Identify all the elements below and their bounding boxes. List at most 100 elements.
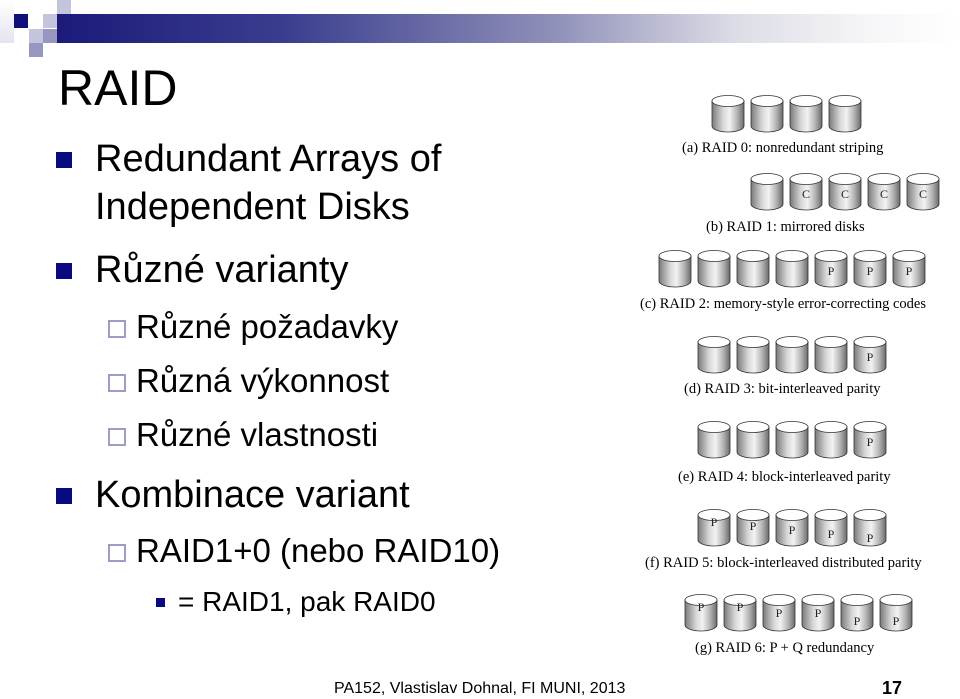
disk-icon <box>697 421 731 459</box>
bullet-text: Různé požadavky <box>136 308 399 345</box>
disk-icon: P <box>853 336 887 374</box>
disk-icon: P <box>697 509 731 547</box>
disk-icon: P <box>736 509 770 547</box>
sub-bullet-item: Různé požadavky <box>108 307 399 347</box>
disk-icon <box>711 95 745 133</box>
disk-icon: P <box>775 509 809 547</box>
disk-label: P <box>892 614 900 628</box>
disk-icon: P <box>853 421 887 459</box>
raid-caption: (b) RAID 1: mirrored disks <box>706 219 865 235</box>
bullet-item: Kombinace variant <box>56 471 410 519</box>
disk-icon <box>814 421 848 459</box>
hollow-square-icon <box>108 544 126 562</box>
deco-square <box>29 29 43 43</box>
disk-icon <box>736 421 770 459</box>
disk-label: C <box>840 187 849 201</box>
bullet-item: Redundant Arrays of Independent Disks <box>56 135 442 231</box>
disk-label: P <box>866 264 874 278</box>
bullet-text: Různá výkonnost <box>136 362 390 399</box>
disk-icon <box>775 250 809 288</box>
bullet-text: Různé vlastnosti <box>136 416 379 453</box>
disk-icon <box>789 95 823 133</box>
raid-caption: (d) RAID 3: bit-interleaved parity <box>684 381 881 397</box>
disk-icon <box>828 95 862 133</box>
raid-caption: (e) RAID 4: block-interleaved parity <box>678 469 891 485</box>
disk-icon <box>658 250 692 288</box>
raid-caption: (g) RAID 6: P + Q redundancy <box>695 640 875 656</box>
disk-icon <box>736 250 770 288</box>
disk-label: P <box>788 523 796 537</box>
raid-caption: (c) RAID 2: memory-style error-correctin… <box>640 296 926 312</box>
disk-label: C <box>879 187 888 201</box>
disk-label: P <box>749 519 757 533</box>
disk-icon <box>814 336 848 374</box>
disk-icon: P <box>853 250 887 288</box>
disk-label: P <box>866 435 874 449</box>
header-bar <box>57 14 960 43</box>
disk-icon: C <box>828 173 862 211</box>
deco-square <box>29 43 43 57</box>
disk-icon: P <box>814 250 848 288</box>
hollow-square-icon <box>108 428 126 446</box>
disk-label: P <box>775 606 783 620</box>
disk-label: P <box>905 264 913 278</box>
deco-square <box>57 0 71 14</box>
hollow-square-icon <box>108 320 126 338</box>
disk-icon: P <box>814 509 848 547</box>
deco-square <box>43 29 57 43</box>
bullet-square-icon <box>56 488 72 504</box>
disk-icon <box>697 336 731 374</box>
sub-bullet-item: Různé vlastnosti <box>108 415 379 455</box>
disk-label: P <box>827 264 835 278</box>
disk-icon: P <box>762 594 796 632</box>
bullet-square-icon <box>156 598 165 607</box>
sub-bullet-item: Různá výkonnost <box>108 361 390 401</box>
sub-bullet-item: RAID1+0 (nebo RAID10) <box>108 531 501 571</box>
sub-sub-bullet-item: = RAID1, pak RAID0 <box>156 585 436 619</box>
bullet-item: Různé varianty <box>56 246 349 294</box>
disk-label: P <box>814 606 822 620</box>
disk-icon: P <box>684 594 718 632</box>
disk-icon <box>750 95 784 133</box>
bullet-text: Různé varianty <box>95 249 349 291</box>
disk-icon: P <box>840 594 874 632</box>
slide-title: RAID <box>58 60 178 116</box>
disk-icon: P <box>801 594 835 632</box>
bullet-square-icon <box>56 152 72 168</box>
bullet-text: RAID1+0 (nebo RAID10) <box>136 532 501 569</box>
disk-label: P <box>736 600 744 614</box>
disk-icon <box>775 421 809 459</box>
disk-label: P <box>853 614 861 628</box>
disk-icon <box>775 336 809 374</box>
disk-label: P <box>866 350 874 364</box>
disk-icon <box>750 173 784 211</box>
disk-label: P <box>697 600 705 614</box>
disk-icon: P <box>723 594 757 632</box>
disk-label: P <box>866 531 874 545</box>
disk-label: P <box>710 515 718 529</box>
raid-caption: (a) RAID 0: nonredundant striping <box>682 140 884 156</box>
disk-label: P <box>827 527 835 541</box>
deco-square <box>0 0 14 43</box>
disk-icon: P <box>879 594 913 632</box>
bullet-text: Redundant Arrays of <box>95 138 442 180</box>
disk-icon <box>697 250 731 288</box>
bullet-square-icon <box>56 263 72 279</box>
disk-icon: P <box>892 250 926 288</box>
bullet-text: = RAID1, pak RAID0 <box>178 586 436 617</box>
disk-icon: C <box>906 173 940 211</box>
disk-icon: C <box>867 173 901 211</box>
bullet-text: Kombinace variant <box>95 474 410 516</box>
hollow-square-icon <box>108 374 126 392</box>
raid-caption: (f) RAID 5: block-interleaved distribute… <box>645 555 922 571</box>
disk-label: C <box>918 187 927 201</box>
disk-label: C <box>801 187 810 201</box>
deco-square <box>14 14 28 28</box>
disk-icon: P <box>853 509 887 547</box>
disk-icon <box>736 336 770 374</box>
footer-text: PA152, Vlastislav Dohnal, FI MUNI, 2013 <box>334 680 626 697</box>
page-number: 17 <box>882 678 903 698</box>
bullet-text: Independent Disks <box>95 186 410 228</box>
deco-square <box>43 14 57 28</box>
disk-icon: C <box>789 173 823 211</box>
